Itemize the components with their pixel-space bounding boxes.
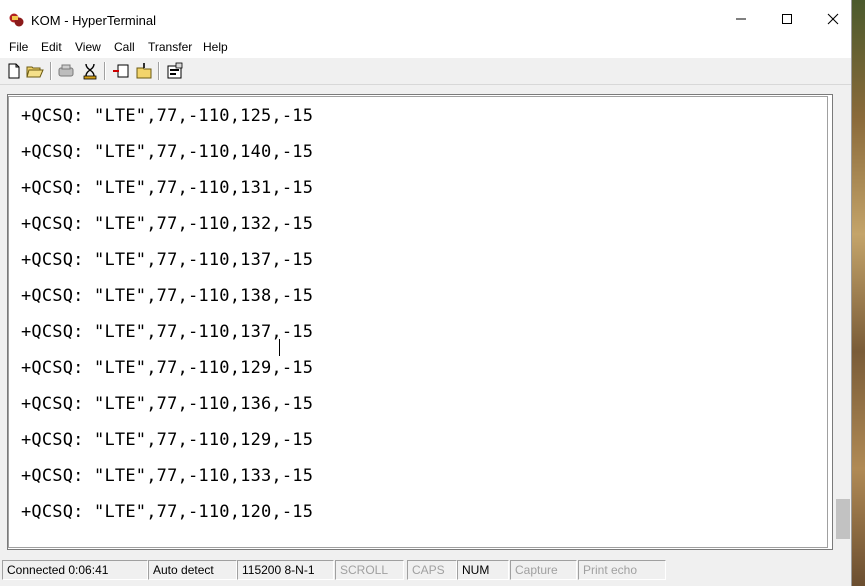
open-icon[interactable] xyxy=(26,62,44,80)
status-port-settings: 115200 8-N-1 xyxy=(237,560,334,580)
terminal-line: +QCSQ: "LTE",77,-110,133,-15 xyxy=(21,466,314,486)
minimize-icon xyxy=(736,18,746,20)
terminal-line: +QCSQ: "LTE",77,-110,137,-15 xyxy=(21,322,314,342)
toolbar-separator xyxy=(50,62,52,80)
menu-help[interactable]: Help xyxy=(203,40,228,54)
text-cursor xyxy=(279,339,280,356)
menu-call[interactable]: Call xyxy=(114,40,135,54)
terminal-line: +QCSQ: "LTE",77,-110,131,-15 xyxy=(21,178,314,198)
terminal-line: +QCSQ: "LTE",77,-110,120,-15 xyxy=(21,502,314,522)
close-icon xyxy=(827,13,839,25)
status-num: NUM xyxy=(457,560,509,580)
title-bar[interactable]: KOM - HyperTerminal xyxy=(0,0,851,38)
send-icon[interactable] xyxy=(112,62,130,80)
terminal-line: +QCSQ: "LTE",77,-110,129,-15 xyxy=(21,358,314,378)
status-scroll: SCROLL xyxy=(335,560,404,580)
disconnect-icon[interactable] xyxy=(57,62,75,80)
new-connection-icon[interactable] xyxy=(5,62,23,80)
vertical-scrollbar[interactable] xyxy=(835,88,851,544)
terminal-line: +QCSQ: "LTE",77,-110,137,-15 xyxy=(21,250,314,270)
properties-icon[interactable] xyxy=(166,62,184,80)
terminal-line: +QCSQ: "LTE",77,-110,129,-15 xyxy=(21,430,314,450)
terminal-output[interactable]: +QCSQ: "LTE",77,-110,125,-15 +QCSQ: "LTE… xyxy=(8,96,828,548)
menu-file[interactable]: File xyxy=(9,40,28,54)
status-connected: Connected 0:06:41 xyxy=(2,560,148,580)
hyperterminal-icon xyxy=(9,13,24,27)
terminal-line: +QCSQ: "LTE",77,-110,132,-15 xyxy=(21,214,314,234)
status-auto-detect: Auto detect xyxy=(148,560,237,580)
toolbar-separator xyxy=(158,62,160,80)
terminal-line: +QCSQ: "LTE",77,-110,140,-15 xyxy=(21,142,314,162)
toolbar-separator xyxy=(104,62,106,80)
status-bar: Connected 0:06:41 Auto detect 115200 8-N… xyxy=(0,558,851,586)
status-caps: CAPS xyxy=(407,560,457,580)
toolbar xyxy=(0,58,851,85)
terminal-line: +QCSQ: "LTE",77,-110,125,-15 xyxy=(21,106,314,126)
maximize-icon xyxy=(782,14,792,24)
status-print-echo: Print echo xyxy=(578,560,666,580)
terminal-line: +QCSQ: "LTE",77,-110,138,-15 xyxy=(21,286,314,306)
menu-view[interactable]: View xyxy=(75,40,101,54)
receive-icon[interactable] xyxy=(135,62,153,80)
scrollbar-thumb[interactable] xyxy=(836,499,850,539)
close-button[interactable] xyxy=(810,0,856,38)
minimize-button[interactable] xyxy=(718,0,764,38)
window-title: KOM - HyperTerminal xyxy=(31,13,156,28)
dial-icon[interactable] xyxy=(81,62,99,80)
terminal-line: +QCSQ: "LTE",77,-110,136,-15 xyxy=(21,394,314,414)
hyperterminal-window: KOM - HyperTerminal File Edit View Call … xyxy=(0,0,852,586)
status-capture: Capture xyxy=(510,560,577,580)
maximize-button[interactable] xyxy=(764,0,810,38)
menu-bar: File Edit View Call Transfer Help xyxy=(0,38,851,58)
menu-transfer[interactable]: Transfer xyxy=(148,40,192,54)
menu-edit[interactable]: Edit xyxy=(41,40,62,54)
